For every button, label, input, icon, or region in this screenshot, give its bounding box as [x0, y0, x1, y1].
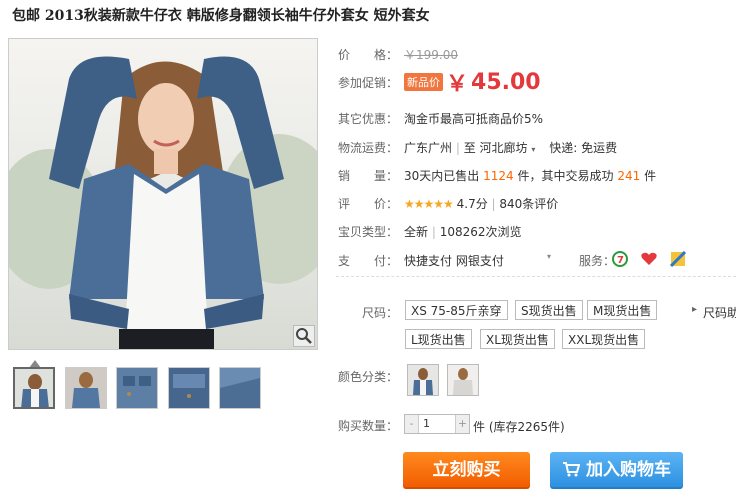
service-quality-icon[interactable] — [669, 250, 687, 270]
cart-icon — [562, 460, 586, 480]
rating-row: ★★★★★ 4.7分 | 840条评价 — [404, 197, 559, 211]
color-label: 颜色分类： — [338, 370, 399, 384]
sales-text: 30天内已售出 1124 件，其中交易成功 241 件 — [404, 167, 656, 184]
ship-to-word: 至 — [463, 141, 476, 155]
quantity-stepper[interactable]: - 1 + — [404, 414, 470, 434]
thumbnail-5[interactable] — [219, 367, 261, 409]
chevron-right-icon[interactable]: ▸ — [692, 304, 697, 315]
promo-price-row: 新品价 ￥ 45.00 — [404, 66, 541, 98]
price-label: 价 格： — [338, 48, 399, 62]
promo-badge: 新品价 — [404, 73, 443, 91]
express-fee: 快递: 免运费 — [549, 141, 618, 155]
color-swatch-1[interactable] — [407, 364, 439, 396]
success-count: 241 — [617, 169, 641, 183]
size-option-xxl[interactable]: XXL现货出售 — [562, 329, 646, 349]
thumbnail-3[interactable] — [116, 367, 158, 409]
view-count: 108262次浏览 — [439, 225, 522, 239]
zoom-icon[interactable] — [293, 325, 315, 347]
service-guarantee-icon[interactable] — [640, 251, 658, 270]
size-guide-link[interactable]: 尺码助 — [703, 304, 736, 321]
add-to-cart-label: 加入购物车 — [585, 460, 671, 480]
size-option-m[interactable]: M现货出售 — [587, 300, 658, 320]
payment-label: 支 付： — [338, 254, 399, 268]
divider — [336, 276, 736, 277]
discount-text: 淘金币最高可抵商品价5% — [404, 112, 544, 126]
buy-now-button[interactable]: 立刻购买 — [403, 452, 530, 489]
original-price: ￥199.00 — [404, 48, 458, 62]
promo-label: 参加促销： — [338, 76, 399, 90]
sales-prefix: 30天内已售出 — [404, 169, 480, 183]
sales-suffix: 件 — [644, 169, 657, 183]
rating-score: 4.7分 — [456, 197, 488, 211]
quantity-plus-button[interactable]: + — [455, 415, 469, 433]
item-condition: 全新 — [404, 225, 429, 239]
item-type-row: 全新 | 108262次浏览 — [404, 225, 522, 239]
quantity-label: 购买数量： — [338, 419, 399, 433]
review-count[interactable]: 840条评价 — [499, 197, 558, 211]
thumbnail-4[interactable] — [168, 367, 210, 409]
thumbnail-1[interactable] — [13, 367, 55, 409]
sales-label: 销 量： — [338, 169, 399, 183]
add-to-cart-button[interactable]: 加入购物车 — [550, 452, 683, 489]
currency-symbol: ￥ — [446, 72, 469, 97]
payment-methods: 快捷支付 网银支付 — [404, 254, 504, 268]
size-option-s[interactable]: S现货出售 — [515, 300, 583, 320]
size-option-l[interactable]: L现货出售 — [405, 329, 472, 349]
model-photo — [9, 56, 317, 349]
color-swatch-2[interactable] — [447, 364, 479, 396]
sales-count: 1124 — [483, 169, 514, 183]
stock-info: 件 (库存2265件) — [473, 420, 565, 434]
chevron-down-icon[interactable]: ▾ — [531, 145, 535, 154]
discount-label: 其它优惠： — [338, 112, 399, 126]
item-type-label: 宝贝类型： — [338, 225, 399, 239]
product-title: 包邮 2013秋装新款牛仔衣 韩版修身翻领长袖牛仔外套女 短外套女 — [12, 8, 430, 24]
payment-chevron-down-icon[interactable]: ▾ — [547, 252, 551, 261]
quantity-input[interactable]: 1 — [423, 417, 430, 430]
rating-label: 评 价： — [338, 197, 399, 211]
service-label: 服务： — [579, 254, 616, 268]
star-rating-icon: ★★★★★ — [404, 197, 454, 211]
ship-to[interactable]: 河北廊坊 — [480, 141, 528, 155]
main-product-image[interactable] — [8, 38, 318, 350]
ship-from: 广东广州 — [404, 141, 453, 155]
size-option-xl[interactable]: XL现货出售 — [480, 329, 555, 349]
size-option-xs[interactable]: XS 75-85斤亲穿 — [405, 300, 508, 320]
svg-text:7: 7 — [617, 255, 624, 266]
sales-mid: 件，其中交易成功 — [517, 169, 614, 183]
shipping-label: 物流运费： — [338, 141, 399, 155]
shipping-route: 广东广州 | 至 河北廊坊 ▾ 快递: 免运费 — [404, 141, 618, 155]
thumbnail-2[interactable] — [65, 367, 107, 409]
service-7day-icon[interactable]: 7 — [612, 251, 628, 270]
quantity-minus-button[interactable]: - — [405, 415, 419, 433]
promo-price: 45.00 — [471, 69, 541, 95]
size-label: 尺码： — [362, 306, 399, 320]
